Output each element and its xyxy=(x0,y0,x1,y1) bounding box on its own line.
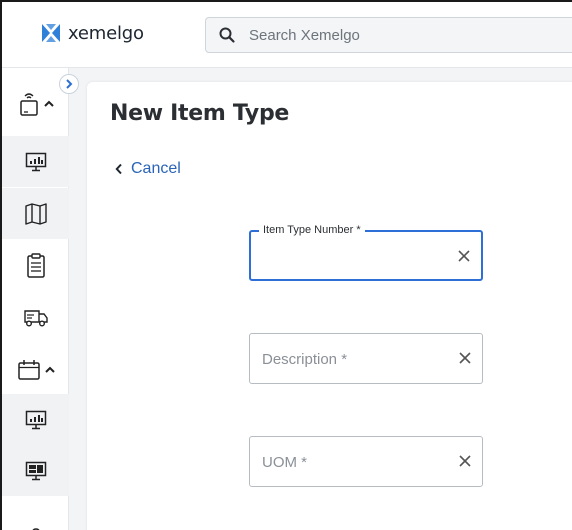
sidebar xyxy=(2,68,69,530)
delivery-truck-icon xyxy=(23,309,48,326)
clear-icon[interactable] xyxy=(458,351,472,365)
brand-name: xemelgo xyxy=(68,22,144,44)
sidebar-item-clipboard[interactable] xyxy=(2,240,69,291)
brand-logo[interactable]: xemelgo xyxy=(40,22,144,44)
description-field[interactable] xyxy=(249,333,483,384)
search-input[interactable] xyxy=(249,26,549,44)
search-icon xyxy=(219,27,235,43)
main-content: New Item Type Cancel Item Type Number * xyxy=(69,68,572,530)
sidebar-item-shipping[interactable] xyxy=(2,292,69,343)
top-bar: xemelgo xyxy=(2,2,572,68)
sidebar-item-more[interactable] xyxy=(2,496,69,530)
chevron-right-icon xyxy=(66,79,73,89)
calendar-icon xyxy=(17,359,40,380)
description-input[interactable] xyxy=(262,348,447,370)
clear-icon[interactable] xyxy=(457,249,471,263)
sidebar-item-dashboard[interactable] xyxy=(2,136,69,187)
search-bar[interactable] xyxy=(205,17,572,53)
dashboard-monitor-icon xyxy=(25,152,46,171)
sidebar-item-calendar[interactable] xyxy=(2,344,69,395)
cancel-label: Cancel xyxy=(131,160,181,177)
cancel-link[interactable]: Cancel xyxy=(115,160,181,178)
sidebar-item-dashboard-grid[interactable] xyxy=(2,445,69,496)
sidebar-toggle-button[interactable] xyxy=(59,74,79,94)
form-card: New Item Type Cancel Item Type Number * xyxy=(87,82,572,530)
map-icon xyxy=(24,202,47,225)
clipboard-icon xyxy=(26,252,45,278)
dashboard-grid-icon xyxy=(25,461,46,480)
field-label: Item Type Number * xyxy=(259,224,365,236)
bell-icon xyxy=(31,527,40,530)
page-title: New Item Type xyxy=(110,101,290,126)
item-type-number-field[interactable]: Item Type Number * xyxy=(249,224,483,281)
dashboard-monitor-icon xyxy=(25,410,46,429)
sidebar-item-map[interactable] xyxy=(2,188,69,239)
xemelgo-logo-icon xyxy=(42,24,60,42)
uom-field[interactable] xyxy=(249,436,483,487)
sidebar-item-dashboard-2[interactable] xyxy=(2,394,69,445)
uom-input[interactable] xyxy=(262,451,447,473)
item-type-number-input[interactable] xyxy=(263,246,448,268)
chevron-up-icon xyxy=(44,366,55,373)
clear-icon[interactable] xyxy=(458,454,472,468)
app-window: xemelgo Search Xemelgo New Item Type Can… xyxy=(0,0,572,530)
chevron-up-icon xyxy=(43,100,54,107)
rfid-reader-icon xyxy=(19,92,38,116)
chevron-left-icon xyxy=(115,163,122,175)
